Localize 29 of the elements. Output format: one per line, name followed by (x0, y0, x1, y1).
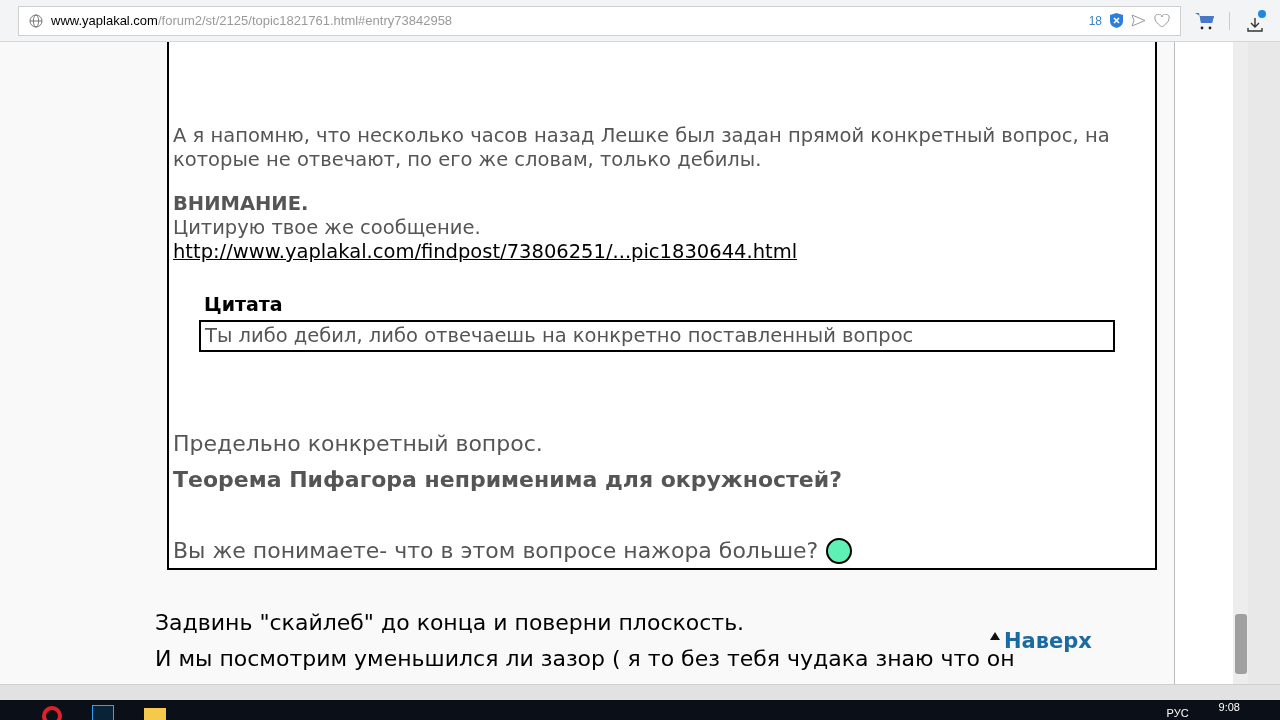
browser-taskbar-icon[interactable] (42, 706, 62, 720)
quote-text: Вы же понимаете- что в этом вопросе нажора больше? (173, 539, 819, 563)
shield-icon[interactable] (1110, 13, 1123, 28)
nested-quote-box: Ты либо дебил, либо отвечаешь на конкретно поставленный вопрос (199, 320, 1115, 352)
to-top-link[interactable]: Наверх (990, 628, 1092, 654)
scrollbar[interactable] (1233, 42, 1248, 684)
smiley-icon (826, 538, 853, 564)
download-icon (1247, 15, 1263, 32)
quote-text: Предельно конкретный вопрос. (173, 430, 544, 458)
send-icon[interactable] (1131, 14, 1146, 27)
reply-text: Задвинь "скайлеб" до конца и поверни плоскость. (155, 610, 745, 636)
caret-icon (990, 632, 1000, 640)
quote-heading: Теорема Пифагора неприменима для окружностей? (173, 466, 843, 494)
nested-quote-title: Цитата (204, 292, 284, 316)
download-button[interactable] (1244, 9, 1266, 32)
photo-editor-taskbar-icon[interactable] (92, 705, 114, 720)
clock[interactable]: 9:08 (1218, 700, 1240, 716)
url-text: www.yaplakal.com/forum2/st/2125/topic1821761.html#entry73842958 (51, 11, 454, 30)
language-indicator[interactable]: РУС (1166, 704, 1189, 720)
quote-text: А я напомню, что несколько часов назад Лешке был задан прямой конкретный вопрос, на которые не отвечают, по его же словам, только дебилы. (173, 124, 1111, 172)
quote-heading: ВНИМАНИЕ. (173, 192, 310, 216)
quote-link[interactable]: http://www.yaplakal.com/findpost/73806251/...pic1830644.html (173, 240, 798, 264)
heart-icon[interactable] (1154, 13, 1170, 28)
address-bar[interactable]: www.yaplakal.com/forum2/st/2125/topic1821761.html#entry73842958 18 (18, 5, 1181, 36)
cart-icon[interactable] (1195, 11, 1215, 30)
horizontal-scrollbar[interactable] (0, 684, 1280, 700)
blocked-count: 18 (1088, 12, 1102, 30)
quote-text: Цитирую твое же сообщение. (173, 216, 482, 240)
globe-icon (29, 13, 43, 28)
